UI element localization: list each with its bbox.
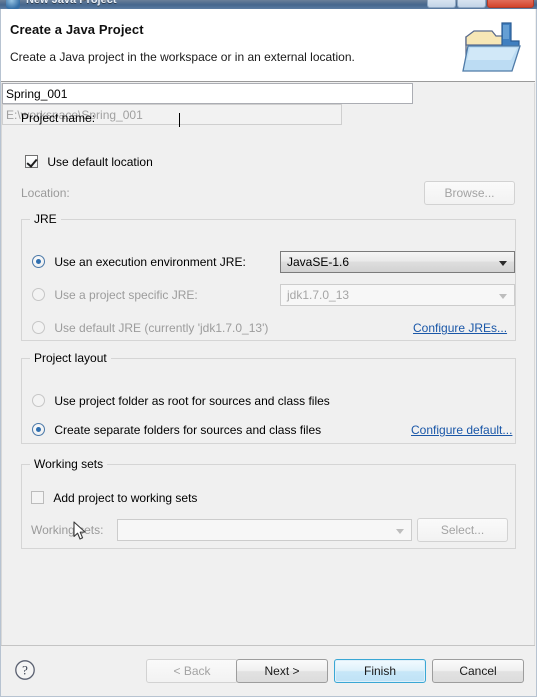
- help-question-icon[interactable]: ?: [14, 659, 36, 681]
- text-caret: [179, 113, 180, 127]
- project-jre-value: jdk1.7.0_13: [287, 288, 350, 302]
- app-icon: [6, 0, 20, 9]
- execution-environment-value: JavaSE-1.6: [287, 255, 350, 269]
- layout-project-folder-label: Use project folder as root for sources a…: [54, 394, 330, 408]
- jre-project-specific-radio[interactable]: [32, 288, 45, 301]
- jre-option-project-specific[interactable]: Use a project specific JRE:: [32, 288, 198, 302]
- location-label: Location:: [21, 186, 70, 200]
- configure-default-link[interactable]: Configure default...: [411, 423, 512, 437]
- browse-button[interactable]: Browse...: [424, 181, 515, 205]
- jre-option-execution-env[interactable]: Use an execution environment JRE:: [32, 255, 246, 269]
- cancel-button[interactable]: Cancel: [432, 659, 524, 683]
- project-jre-combo[interactable]: jdk1.7.0_13: [280, 284, 515, 306]
- finish-button[interactable]: Finish: [334, 659, 426, 683]
- minimize-button[interactable]: [427, 0, 456, 8]
- chevron-down-icon: [499, 294, 507, 299]
- window-controls: [427, 0, 534, 8]
- layout-project-folder-radio[interactable]: [32, 394, 45, 407]
- maximize-button[interactable]: [457, 0, 486, 8]
- window-title: New Java Project: [26, 0, 117, 6]
- location-row: Location:: [21, 186, 70, 200]
- java-project-folder-icon: [462, 19, 528, 77]
- working-sets-combo[interactable]: [117, 519, 412, 541]
- project-layout-group-title: Project layout: [30, 351, 111, 365]
- layout-separate-folders-label: Create separate folders for sources and …: [54, 423, 322, 437]
- layout-option-separate-folders[interactable]: Create separate folders for sources and …: [32, 423, 321, 437]
- wizard-body: Project name: Use default location Locat…: [1, 83, 535, 645]
- jre-project-specific-label: Use a project specific JRE:: [54, 288, 198, 302]
- use-default-location-checkbox[interactable]: [25, 155, 38, 168]
- jre-execution-env-label: Use an execution environment JRE:: [54, 255, 246, 269]
- chevron-down-icon: [396, 529, 404, 534]
- dialog-footer: ? < Back Next > Finish Cancel: [1, 645, 535, 696]
- jre-execution-env-radio[interactable]: [32, 255, 45, 268]
- wizard-header: Create a Java Project Create a Java proj…: [1, 9, 535, 82]
- page-title: Create a Java Project: [10, 22, 144, 37]
- working-sets-row: Working sets:: [31, 523, 103, 537]
- project-name-input[interactable]: [2, 83, 413, 104]
- jre-default-label: Use default JRE (currently 'jdk1.7.0_13'…: [54, 321, 269, 335]
- working-sets-group-title: Working sets: [30, 457, 108, 471]
- add-to-working-sets-row[interactable]: Add project to working sets: [31, 491, 197, 505]
- configure-jres-link[interactable]: Configure JREs...: [413, 321, 507, 335]
- title-bar: New Java Project: [0, 0, 537, 9]
- jre-group-title: JRE: [30, 212, 61, 226]
- close-button[interactable]: [487, 0, 534, 8]
- jre-option-default[interactable]: Use default JRE (currently 'jdk1.7.0_13'…: [32, 321, 268, 335]
- svg-text:?: ?: [22, 663, 28, 678]
- layout-option-project-folder[interactable]: Use project folder as root for sources a…: [32, 394, 330, 408]
- working-sets-label: Working sets:: [31, 523, 104, 537]
- new-java-project-dialog: New Java Project Create a Java Project C…: [0, 0, 537, 697]
- use-default-location-row[interactable]: Use default location: [25, 155, 153, 169]
- add-to-working-sets-label: Add project to working sets: [53, 491, 198, 505]
- select-working-sets-button[interactable]: Select...: [417, 518, 508, 542]
- use-default-location-label: Use default location: [47, 155, 153, 169]
- add-to-working-sets-checkbox[interactable]: [31, 491, 44, 504]
- layout-separate-folders-radio[interactable]: [32, 423, 45, 436]
- chevron-down-icon: [499, 261, 507, 266]
- next-button[interactable]: Next >: [236, 659, 328, 683]
- project-name-row: Project name:: [21, 111, 95, 125]
- page-description: Create a Java project in the workspace o…: [10, 50, 355, 64]
- back-button[interactable]: < Back: [146, 659, 238, 683]
- project-name-label: Project name:: [21, 111, 96, 125]
- execution-environment-combo[interactable]: JavaSE-1.6: [280, 251, 515, 273]
- jre-default-radio[interactable]: [32, 321, 45, 334]
